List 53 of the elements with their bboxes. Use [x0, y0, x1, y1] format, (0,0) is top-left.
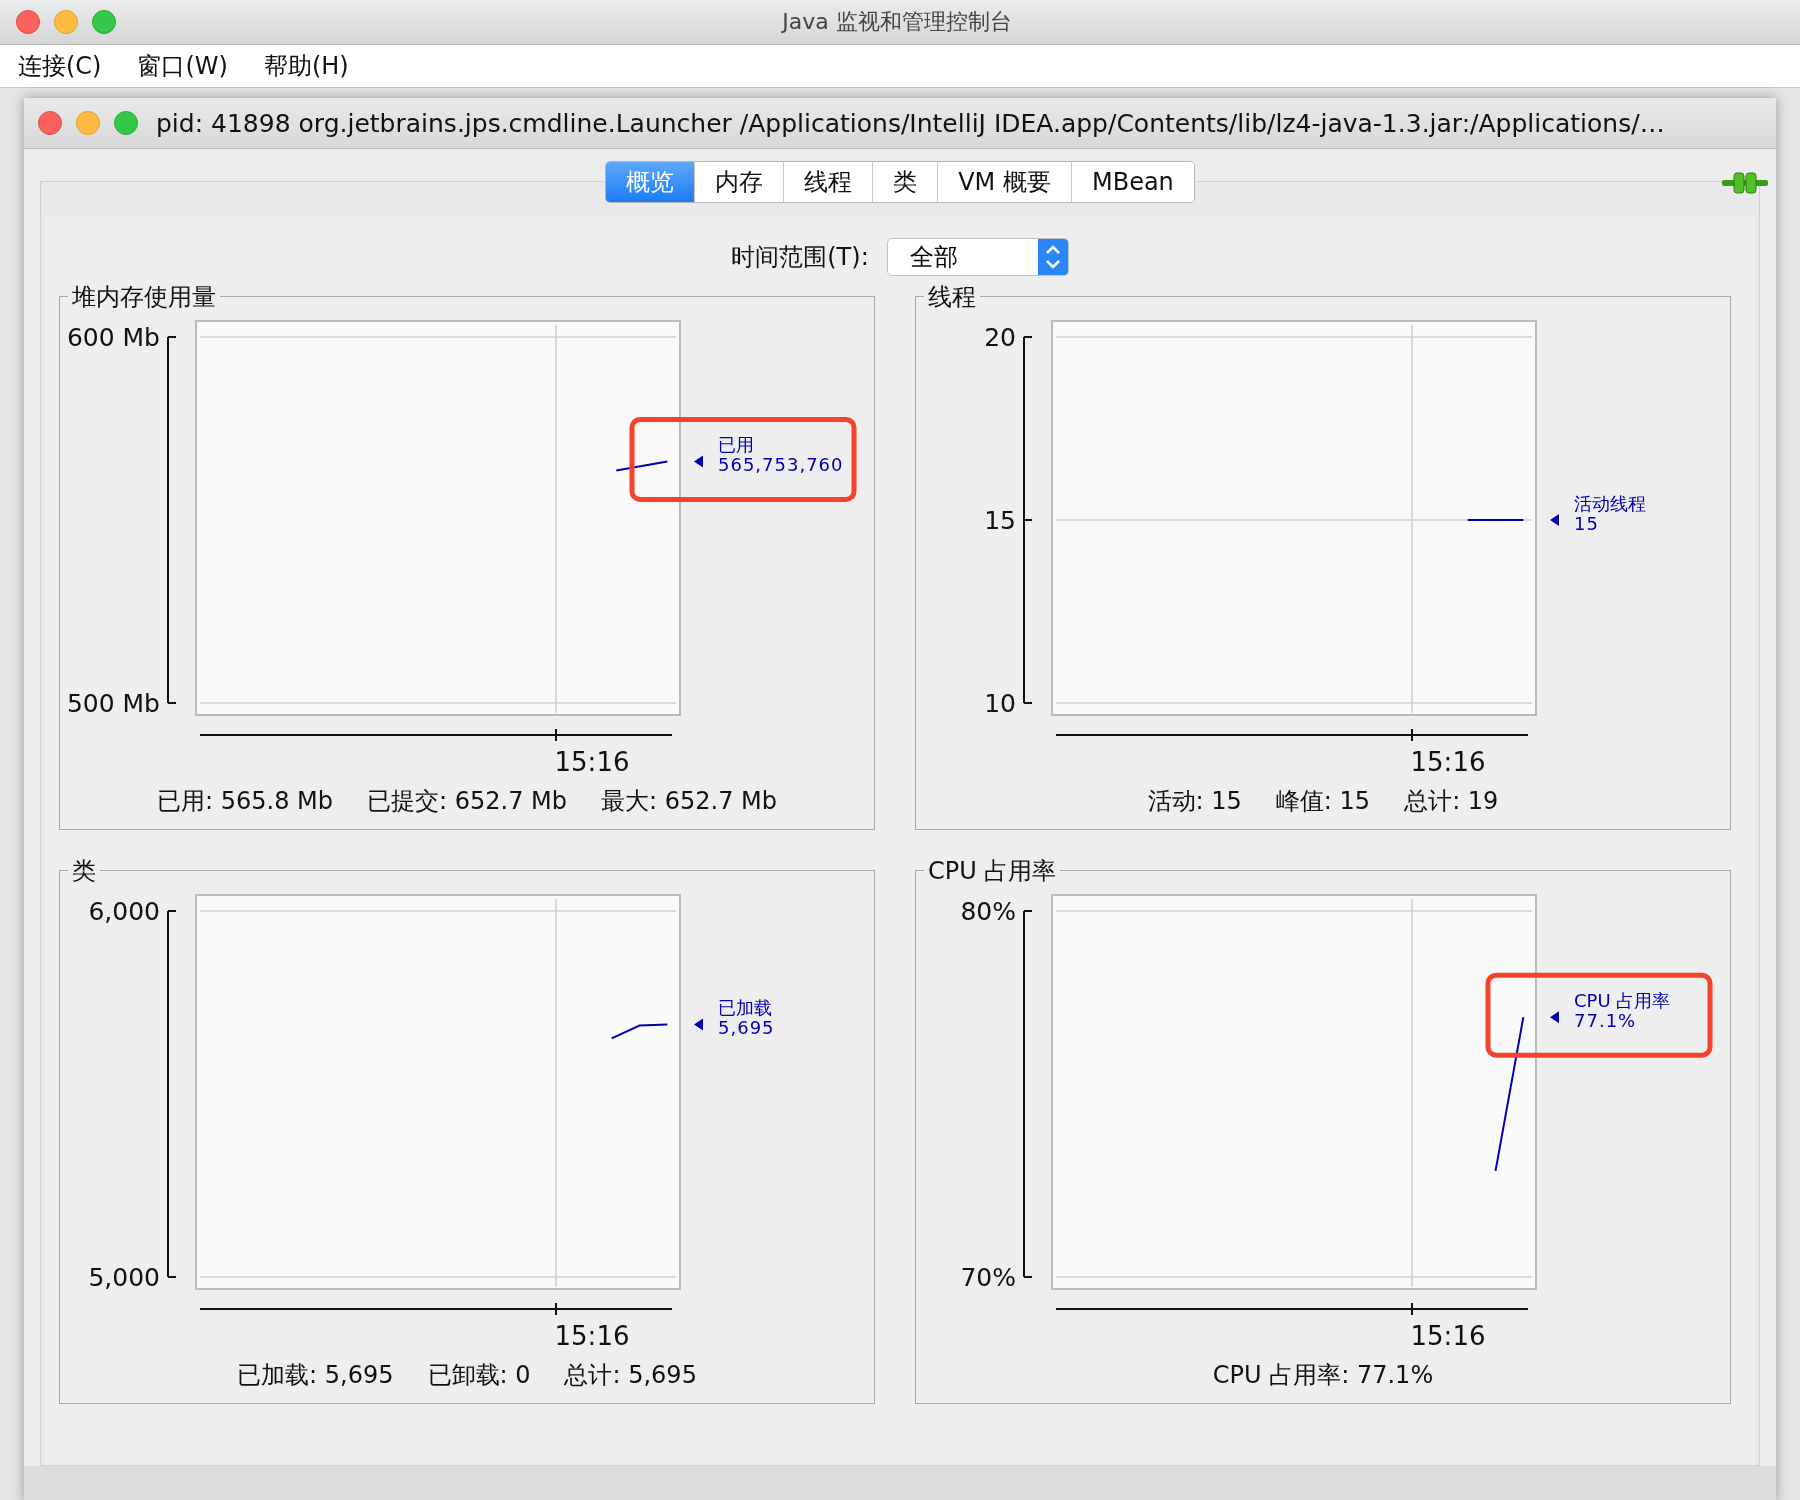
legend-label: CPU 占用率 [1574, 990, 1671, 1012]
legend-value: 565,753,760 [718, 454, 844, 476]
y-tick-label: 15 [984, 506, 1016, 535]
menu-item[interactable]: 帮助(H) [263, 50, 349, 82]
summary-text: 总计: 19 [1404, 786, 1499, 817]
y-tick-label: 20 [984, 323, 1016, 352]
y-tick-label: 80% [960, 897, 1016, 926]
minimize-button[interactable] [76, 111, 100, 135]
summary-text: 最大: 652.7 Mb [601, 786, 777, 817]
trend-line [610, 1023, 669, 1040]
menu-item[interactable]: 连接(C) [18, 50, 102, 82]
close-button[interactable] [38, 111, 62, 135]
x-tick-label: 15:16 [1410, 1321, 1486, 1351]
x-tick-label: 15:16 [1410, 747, 1486, 777]
minimize-button[interactable] [54, 10, 78, 34]
time-range-label: 时间范围(T): [731, 242, 869, 273]
trend-line [615, 460, 669, 472]
x-tick-label: 15:16 [554, 747, 630, 777]
pointer-icon [1550, 514, 1559, 526]
window-title: pid: 41898 org.jetbrains.jps.cmdline.Launcher /Applications/IntelliJ IDEA.app/Contents/lib/lz4-java-1.3.jar:/Applications/… [156, 108, 1665, 138]
zoom-button[interactable] [114, 111, 138, 135]
close-button[interactable] [16, 10, 40, 34]
stepper-icon [1037, 239, 1068, 275]
legend-value: 5,695 [718, 1017, 775, 1039]
window-title: Java 监视和管理控制台 [782, 8, 1012, 36]
y-tick-label: 10 [984, 689, 1016, 718]
y-tick-label: 500 Mb [66, 689, 160, 718]
menu-item[interactable]: 窗口(W) [137, 50, 228, 82]
legend-label: 已用 [718, 434, 754, 456]
y-tick-label: 6,000 [88, 897, 160, 926]
summary-text: 已用: 565.8 Mb [157, 786, 333, 817]
legend-label: 活动线程 [1574, 493, 1646, 514]
y-tick-label: 5,000 [88, 1263, 160, 1292]
zoom-button[interactable] [92, 10, 116, 34]
pointer-icon [694, 455, 703, 468]
legend-value: 77.1% [1574, 1010, 1637, 1032]
summary-text: CPU 占用率: 77.1% [1212, 1360, 1434, 1391]
legend-label: 已加载 [718, 997, 772, 1019]
y-tick-label: 70% [960, 1263, 1016, 1292]
legend-value: 15 [1574, 513, 1599, 534]
pointer-icon [1550, 1011, 1559, 1024]
summary-text: 已提交: 652.7 Mb [367, 786, 567, 817]
summary-text: 峰值: 15 [1275, 786, 1371, 817]
pointer-icon [694, 1018, 703, 1031]
trend-line [1466, 519, 1525, 521]
summary-text: 总计: 5,695 [564, 1360, 697, 1391]
tab[interactable]: MBean [1070, 162, 1194, 202]
x-tick-label: 15:16 [554, 1321, 630, 1351]
summary-text: 已卸载: 0 [427, 1360, 531, 1391]
summary-text: 已加载: 5,695 [237, 1360, 394, 1391]
time-range-dropdown[interactable]: 全部 [886, 238, 1069, 276]
y-tick-label: 600 Mb [66, 323, 160, 352]
summary-text: 活动: 15 [1147, 786, 1242, 817]
